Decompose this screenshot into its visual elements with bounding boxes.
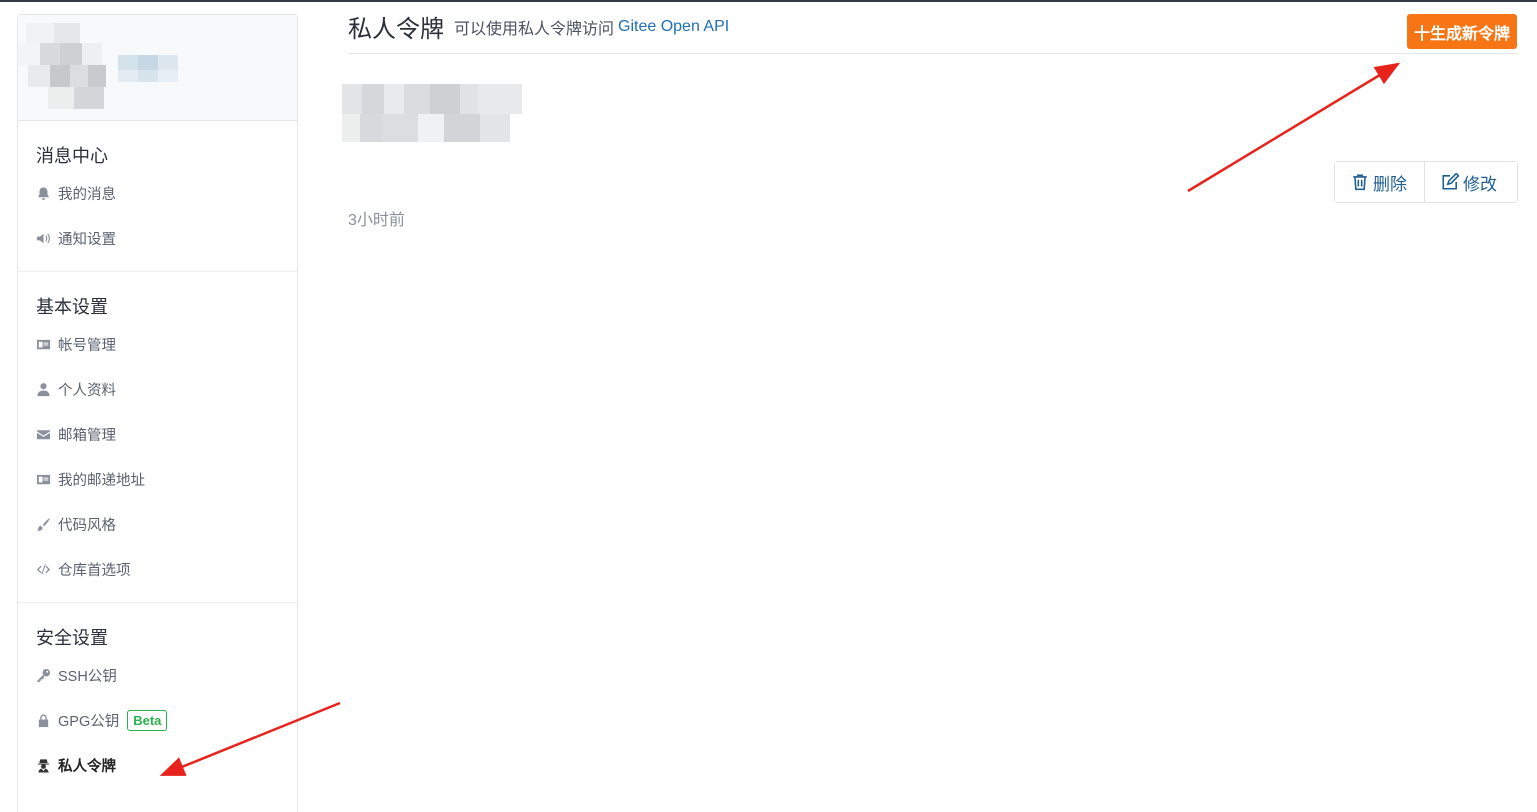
sidebar-item-label: 邮箱管理: [58, 428, 116, 444]
user-secret-icon: [34, 757, 52, 775]
section-title: 消息中心: [36, 146, 108, 166]
sidebar-item-label: 帐号管理: [58, 338, 116, 354]
address-card-icon: [34, 471, 52, 489]
sidebar-item-label: 个人资料: [58, 383, 116, 399]
bell-icon: [34, 185, 52, 203]
profile-card[interactable]: [18, 15, 297, 121]
avatar[interactable]: [18, 23, 108, 111]
page-subtitle: 可以使用私人令牌访问: [454, 20, 615, 38]
token-name: [342, 84, 522, 146]
token-created-time: 3小时前: [348, 212, 405, 229]
sidebar-item-label: 通知设置: [58, 232, 116, 248]
settings-sidebar: 消息中心 我的消息 通知设置 基本设置 帐号管理 个人资料 邮箱管理 我的邮递地…: [17, 14, 298, 812]
sidebar-item-label: GPG公钥: [58, 714, 120, 730]
edit-icon: [1442, 173, 1459, 190]
section-basic-settings: 基本设置 帐号管理 个人资料 邮箱管理 我的邮递地址 代码风格 仓库首选项: [18, 272, 297, 603]
section-message-center: 消息中心 我的消息 通知设置: [18, 121, 297, 272]
code-icon: [34, 561, 52, 579]
sidebar-item-gpg-keys[interactable]: GPG公钥 Beta: [18, 698, 297, 743]
sidebar-item-label: 代码风格: [58, 518, 116, 534]
envelope-icon: [34, 426, 52, 444]
delete-token-button[interactable]: 删除: [1335, 162, 1425, 202]
sidebar-item-label: 我的邮递地址: [58, 473, 145, 489]
edit-token-button[interactable]: 修改: [1425, 162, 1517, 202]
delete-label: 删除: [1373, 174, 1407, 194]
page-title: 私人令牌: [348, 16, 444, 43]
token-actions: 删除 修改: [1334, 161, 1518, 203]
section-title: 基本设置: [36, 297, 108, 317]
trash-icon: [1353, 174, 1367, 191]
sidebar-item-label: SSH公钥: [58, 669, 117, 685]
sidebar-item-label: 我的消息: [58, 187, 116, 203]
key-icon: [34, 667, 52, 685]
lock-icon: [34, 712, 52, 730]
sidebar-item-ssh-keys[interactable]: SSH公钥: [18, 653, 297, 698]
sidebar-item-label: 私人令牌: [58, 759, 116, 775]
sidebar-item-notification-settings[interactable]: 通知设置: [18, 216, 297, 261]
generate-token-button[interactable]: 十生成新令牌: [1406, 14, 1517, 49]
beta-badge: Beta: [127, 710, 168, 731]
sidebar-item-repo-preferences[interactable]: 仓库首选项: [18, 547, 297, 592]
sidebar-item-private-tokens[interactable]: 私人令牌: [18, 743, 297, 788]
gitee-open-api-link[interactable]: Gitee Open API: [618, 18, 729, 36]
user-icon: [34, 381, 52, 399]
token-item: 3小时前 删除 修改: [342, 54, 1518, 229]
volume-icon: [34, 230, 52, 248]
sidebar-item-my-messages[interactable]: 我的消息: [18, 171, 297, 216]
id-card-icon: [34, 336, 52, 354]
section-security-settings: 安全设置 SSH公钥 GPG公钥 Beta 私人令牌: [18, 603, 297, 798]
sidebar-item-code-style[interactable]: 代码风格: [18, 502, 297, 547]
sidebar-item-email[interactable]: 邮箱管理: [18, 412, 297, 457]
sidebar-item-account[interactable]: 帐号管理: [18, 322, 297, 367]
sidebar-item-postal-address[interactable]: 我的邮递地址: [18, 457, 297, 502]
page-header: 私人令牌 可以使用私人令牌访问 Gitee Open API 十生成新令牌: [348, 0, 1518, 54]
sidebar-item-label: 仓库首选项: [58, 563, 131, 579]
sidebar-item-profile[interactable]: 个人资料: [18, 367, 297, 412]
edit-label: 修改: [1463, 174, 1497, 194]
section-title: 安全设置: [36, 628, 108, 648]
username[interactable]: [118, 55, 178, 85]
main-content: 私人令牌 可以使用私人令牌访问 Gitee Open API 十生成新令牌 3小…: [342, 0, 1518, 229]
brush-icon: [34, 516, 52, 534]
